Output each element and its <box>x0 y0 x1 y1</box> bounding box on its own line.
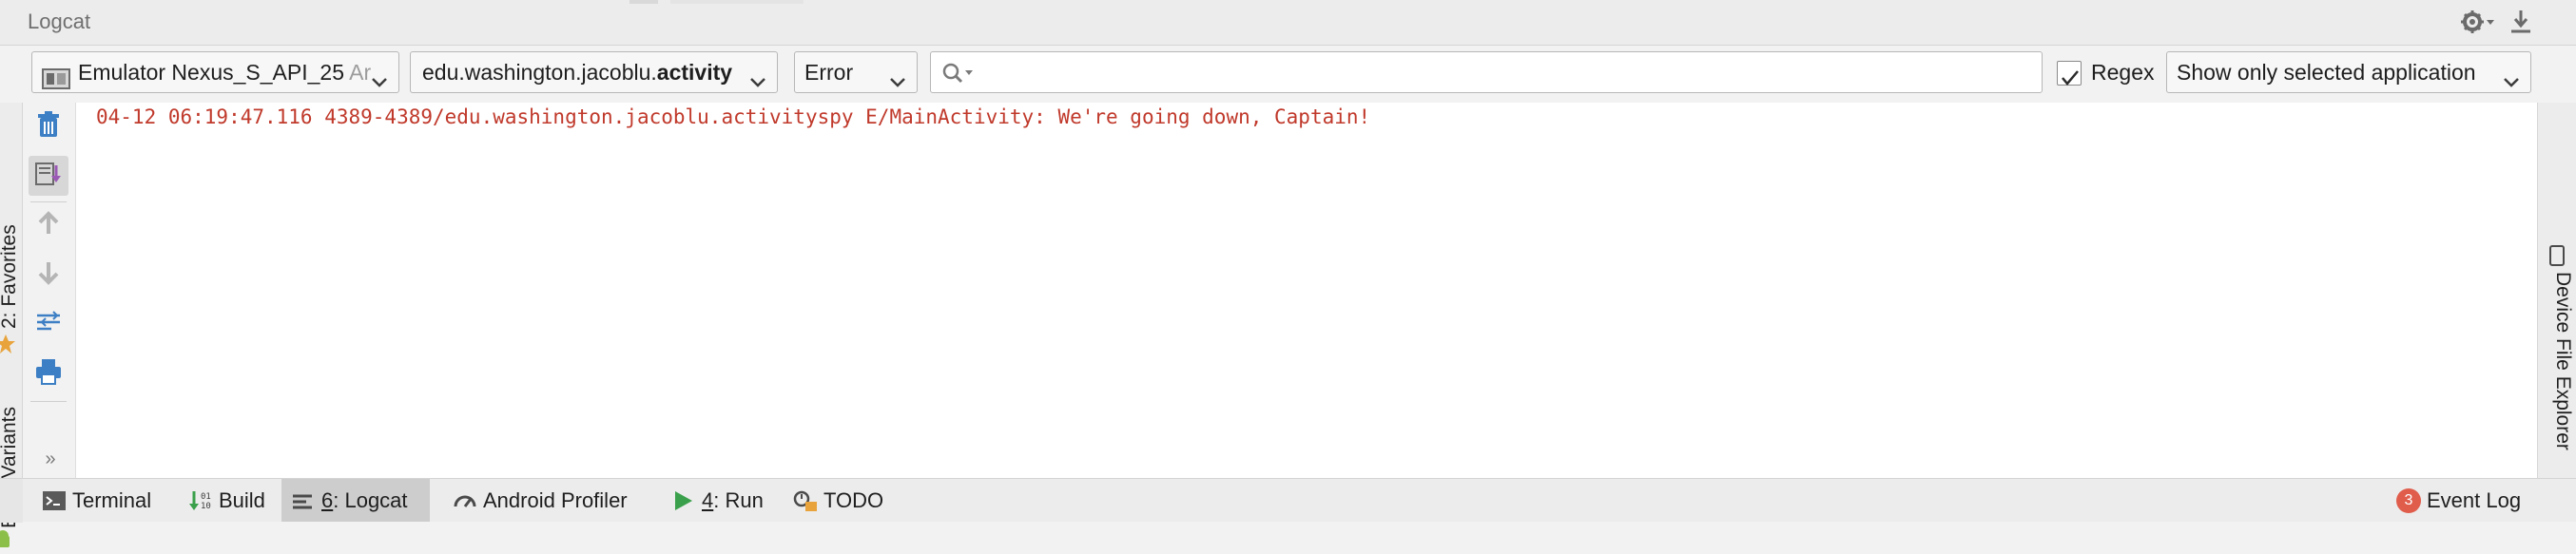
scroll-to-end-icon <box>34 160 63 193</box>
build-icon: 01 10 <box>189 490 211 511</box>
filter-value: Show only selected application <box>2177 60 2476 85</box>
log-level-selector[interactable]: Error <box>794 51 918 93</box>
regex-label: Regex <box>2091 60 2155 85</box>
print-icon <box>34 357 63 391</box>
chevron-down-icon <box>2502 64 2521 87</box>
regex-checkbox-box[interactable] <box>2057 61 2082 86</box>
next-occurrence-button[interactable] <box>29 255 68 295</box>
process-name-prefix: edu.washington.jacoblu. <box>422 60 657 85</box>
soft-wraps-button[interactable] <box>29 304 68 344</box>
clear-logcat-button[interactable] <box>29 106 68 146</box>
chevron-down-icon <box>888 64 907 87</box>
more-actions-button[interactable]: » <box>36 445 65 473</box>
trash-icon <box>34 110 63 143</box>
chevron-down-icon <box>748 64 767 87</box>
run-triangle-icon <box>675 490 692 510</box>
soft-wraps-icon <box>34 308 63 341</box>
previous-occurrence-button[interactable] <box>29 205 68 245</box>
process-selector[interactable]: edu.washington.jacoblu.activity <box>410 51 778 93</box>
terminal-icon <box>43 490 66 510</box>
tab-build[interactable]: 01 10 Build <box>179 479 275 522</box>
bottom-tool-bar: Terminal 01 10 Build 6: Logcat Android P… <box>0 478 2576 523</box>
todo-icon <box>793 490 817 511</box>
window-title: Logcat <box>28 10 91 33</box>
star-icon <box>0 334 15 354</box>
hide-icon[interactable] <box>2507 8 2535 36</box>
tab-build-label: Build <box>219 487 265 512</box>
tab-run-number: 4 <box>702 487 714 512</box>
tab-stub <box>670 0 804 4</box>
tab-event-log[interactable]: 3 Event Log <box>2387 479 2530 522</box>
log-search-box[interactable] <box>930 51 2043 93</box>
device-file-icon <box>2549 245 2565 266</box>
divider <box>30 201 67 202</box>
device-name: Emulator Nexus_S_API_25 <box>78 60 344 85</box>
search-input[interactable] <box>982 54 2028 90</box>
filter-selector[interactable]: Show only selected application <box>2166 51 2531 93</box>
logcat-toolbar: Emulator Nexus_S_API_25 Ar edu.washingto… <box>0 46 2576 103</box>
scroll-to-end-button[interactable] <box>29 156 68 196</box>
up-arrow-icon <box>34 209 63 242</box>
device-file-explorer-tool-button[interactable]: Device File Explorer <box>2551 272 2574 450</box>
tab-terminal-label: Terminal <box>72 487 152 512</box>
right-tool-stripe: Device File Explorer <box>2537 103 2576 478</box>
logcat-icon <box>293 494 312 508</box>
svg-text:01: 01 <box>201 492 211 502</box>
profiler-gauge-icon <box>454 495 476 507</box>
device-selector[interactable]: Emulator Nexus_S_API_25 Ar <box>31 51 399 93</box>
log-line[interactable]: 04-12 06:19:47.116 4389-4389/edu.washing… <box>96 105 1370 128</box>
down-arrow-icon <box>34 258 63 292</box>
logcat-output[interactable]: 04-12 06:19:47.116 4389-4389/edu.washing… <box>76 103 2537 478</box>
tab-run-label: : Run <box>713 487 764 512</box>
event-log-badge: 3 <box>2396 487 2421 513</box>
title-bar: Logcat <box>0 0 2576 46</box>
print-button[interactable] <box>29 353 68 393</box>
tab-android-profiler[interactable]: Android Profiler <box>443 479 637 522</box>
tab-android-profiler-label: Android Profiler <box>483 487 628 512</box>
tab-logcat-number: 6 <box>321 487 334 512</box>
process-name-bold: activity <box>656 60 733 85</box>
log-level-value: Error <box>804 60 854 85</box>
chevron-down-icon <box>370 64 389 87</box>
favorites-tool-button[interactable]: 2: Favorites <box>0 224 21 329</box>
tab-stub <box>629 0 658 4</box>
android-icon <box>0 530 11 549</box>
logcat-action-bar: » <box>23 103 76 478</box>
tab-event-log-label: Event Log <box>2427 487 2522 512</box>
tab-todo[interactable]: TODO <box>784 479 893 522</box>
tab-terminal[interactable]: Terminal <box>32 479 161 522</box>
tab-logcat[interactable]: 6: Logcat <box>281 479 430 522</box>
divider <box>30 401 67 402</box>
svg-text:10: 10 <box>201 502 211 511</box>
tab-run[interactable]: 4: Run <box>662 479 773 522</box>
tab-todo-label: TODO <box>823 487 884 512</box>
gear-icon[interactable] <box>2459 8 2497 36</box>
bottom-left-edge <box>0 479 23 523</box>
device-suffix: Ar <box>349 60 372 85</box>
device-icon <box>42 62 70 89</box>
tab-logcat-label: : Logcat <box>333 487 408 512</box>
left-tool-stripe: 2: Favorites Build Variants <box>0 103 23 547</box>
search-icon[interactable] <box>940 61 977 86</box>
